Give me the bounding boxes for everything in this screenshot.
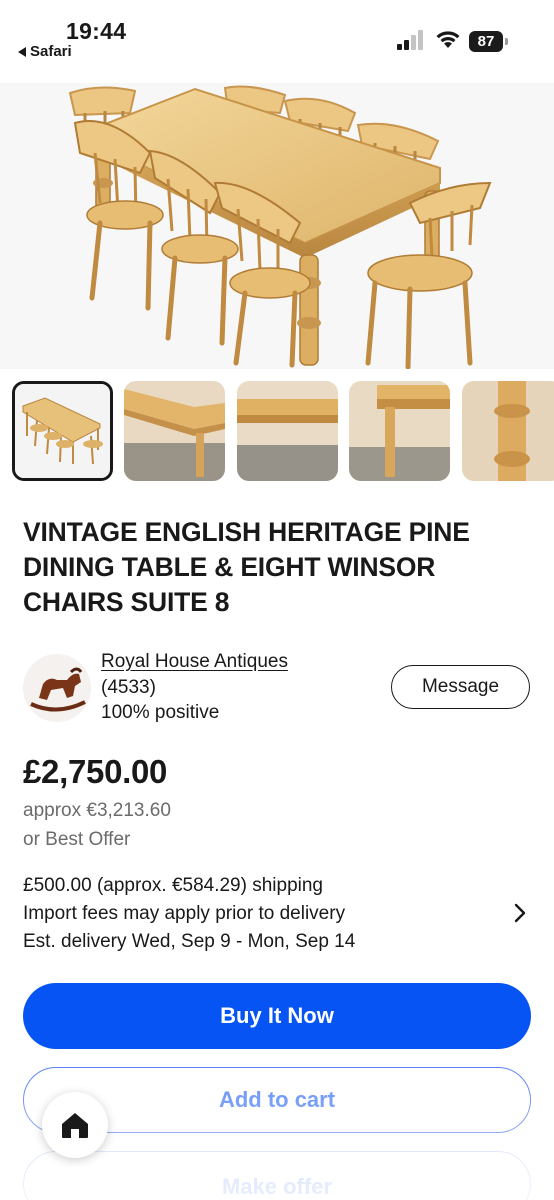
- thumbnail-4-image: [349, 381, 450, 481]
- thumbnail-3-image: [237, 381, 338, 481]
- home-icon: [62, 1113, 88, 1138]
- battery-level: 87: [469, 31, 503, 52]
- chevron-right-icon: [514, 903, 526, 923]
- buy-it-now-button[interactable]: Buy It Now: [23, 983, 531, 1049]
- thumbnail-3[interactable]: [237, 381, 338, 481]
- dining-set-illustration: [68, 85, 492, 369]
- seller-avatar[interactable]: [23, 654, 91, 722]
- thumbnail-1[interactable]: [12, 381, 113, 481]
- thumbnail-4[interactable]: [349, 381, 450, 481]
- shipping-details-row[interactable]: £500.00 (approx. €584.29) shipping Impor…: [23, 875, 543, 959]
- back-app-label: Safari: [30, 43, 72, 60]
- thumbnail-5-image: [462, 381, 554, 481]
- wifi-icon: [436, 31, 460, 48]
- best-offer-note: or Best Offer: [23, 829, 131, 850]
- thumbnail-2[interactable]: [124, 381, 225, 481]
- seller-positive-rating: 100% positive: [101, 702, 220, 723]
- import-fees-note: Import fees may apply prior to delivery: [23, 903, 346, 924]
- listing-title: VINTAGE ENGLISH HERITAGE PINE DINING TAB…: [23, 517, 470, 617]
- status-bar: 19:44 Safari 87: [0, 0, 554, 80]
- back-to-app-link[interactable]: Safari: [18, 43, 72, 60]
- battery-nub: [505, 38, 508, 45]
- thumbnail-strip: [12, 381, 554, 483]
- estimated-delivery: Est. delivery Wed, Sep 9 - Mon, Sep 14: [23, 931, 356, 952]
- rocking-horse-logo: [30, 667, 86, 712]
- battery-indicator: 87: [469, 31, 509, 52]
- price-approx-eur: approx €3,213.60: [23, 800, 171, 821]
- shipping-cost: £500.00 (approx. €584.29) shipping: [23, 875, 324, 896]
- price: £2,750.00: [23, 753, 168, 790]
- seller-feedback-count: (4533): [101, 677, 156, 698]
- thumbnail-1-image: [15, 384, 110, 478]
- status-time: 19:44: [66, 18, 127, 44]
- thumbnail-2-image: [124, 381, 225, 481]
- back-triangle-icon: [18, 46, 26, 57]
- message-seller-button[interactable]: Message: [391, 665, 530, 709]
- main-product-image[interactable]: 13: [0, 83, 554, 369]
- seller-name-link[interactable]: Royal House Antiques: [101, 651, 288, 673]
- home-button[interactable]: [42, 1092, 108, 1158]
- make-offer-button[interactable]: Make offer: [23, 1151, 531, 1200]
- thumbnail-5[interactable]: [462, 381, 554, 481]
- cellular-signal-icon: [397, 30, 423, 50]
